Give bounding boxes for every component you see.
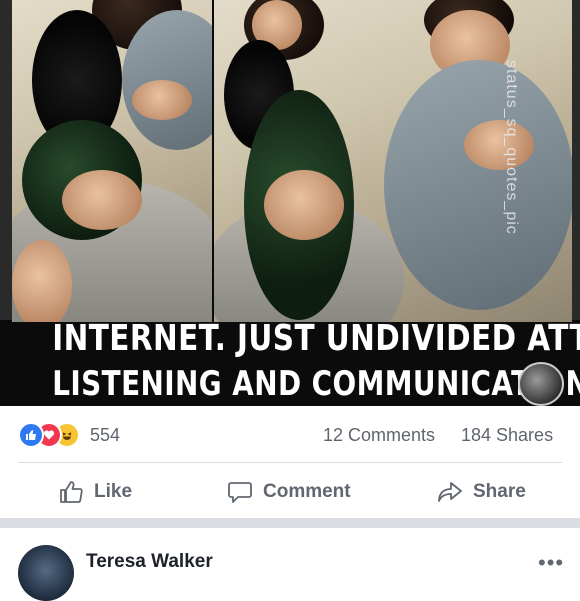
photo-panel-left: [12, 0, 212, 322]
comment-bubble-icon: [228, 482, 252, 503]
avatar[interactable]: [18, 545, 74, 601]
source-badge-icon: [518, 362, 564, 406]
share-label: Share: [473, 481, 526, 502]
feed-separator: [0, 518, 580, 528]
like-label: Like: [94, 481, 133, 502]
post-image[interactable]: status_sq_quotes_pic INTERNET. JUST UNDI…: [0, 0, 580, 406]
reactions-count[interactable]: 554: [90, 425, 120, 446]
image-border-right: [572, 0, 580, 320]
post-author-name[interactable]: Teresa Walker: [86, 551, 213, 573]
thumbs-up-icon: [60, 481, 83, 503]
post-stats-row: 554 12 Comments 184 Shares: [0, 406, 580, 462]
share-arrow-icon: [438, 482, 462, 502]
comments-count-link[interactable]: 12 Comments: [323, 425, 435, 446]
comment-button[interactable]: Comment: [227, 476, 351, 508]
comment-label: Comment: [263, 481, 351, 502]
like-icon: [18, 422, 44, 448]
like-button[interactable]: Like: [58, 476, 132, 508]
divider: [18, 462, 562, 463]
image-border-left: [0, 0, 12, 320]
image-watermark: status_sq_quotes_pic: [503, 60, 520, 235]
shares-count-link[interactable]: 184 Shares: [461, 425, 553, 446]
image-caption-line-2: LISTENING AND COMMUNICATION: [52, 364, 580, 404]
share-button[interactable]: Share: [437, 476, 526, 508]
image-caption-line-1: INTERNET. JUST UNDIVIDED ATTENTION,: [52, 318, 580, 359]
more-options-icon[interactable]: •••: [538, 552, 564, 574]
